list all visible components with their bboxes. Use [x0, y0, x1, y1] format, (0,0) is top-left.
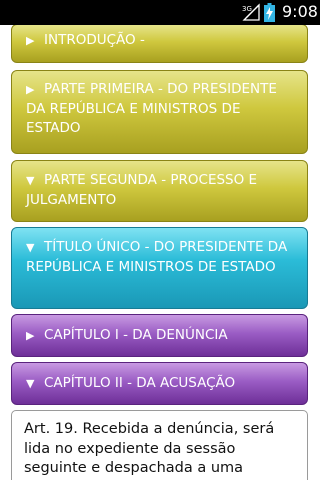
collapse-arrow-icon: ▼ [26, 377, 35, 390]
tree-item-capitulo-ii[interactable]: ▼ CAPÍTULO II - DA ACUSAÇÃO [11, 362, 308, 405]
tree-item-parte-primeira[interactable]: ▶ PARTE PRIMEIRA - DO PRESIDENTE DA REPÚB… [11, 70, 308, 154]
signal-3g-icon: 3G [242, 3, 260, 21]
status-bar: 3G 9:08 [0, 0, 320, 25]
tree-item-label: PARTE PRIMEIRA - DO PRESIDENTE DA REPÚBL… [26, 81, 277, 136]
network-type-label: 3G [242, 5, 252, 13]
tree-item-label: PARTE SEGUNDA - PROCESSO E JULGAMENTO [26, 172, 258, 208]
article-text-box[interactable]: Art. 19. Recebida a denúncia, será lida … [11, 410, 308, 480]
tree-item-label: TÍTULO ÚNICO - DO PRESIDENTE DA REPÚBLIC… [26, 239, 288, 275]
expand-arrow-icon: ▶ [26, 83, 35, 96]
tree-item-label: CAPÍTULO I - DA DENÚNCIA [44, 327, 228, 343]
article-text: Art. 19. Recebida a denúncia, será lida … [24, 421, 275, 476]
expand-arrow-icon: ▶ [26, 34, 35, 47]
status-time: 9:08 [282, 2, 318, 21]
tree-item-parte-segunda[interactable]: ▼ PARTE SEGUNDA - PROCESSO E JULGAMENTO [11, 160, 308, 222]
battery-charging-icon [264, 3, 275, 22]
collapse-arrow-icon: ▼ [26, 241, 35, 254]
tree-item-capitulo-i[interactable]: ▶ CAPÍTULO I - DA DENÚNCIA [11, 314, 308, 357]
outline-list[interactable]: ▶ INTRODUÇÃO - ▶ PARTE PRIMEIRA - DO PRESI… [0, 25, 320, 480]
tree-item-titulo-unico[interactable]: ▼ TÍTULO ÚNICO - DO PRESIDENTE DA REPÚBLI… [11, 227, 308, 309]
collapse-arrow-icon: ▼ [26, 174, 35, 187]
tree-item-label: CAPÍTULO II - DA ACUSAÇÃO [44, 375, 236, 391]
tree-item-introducao[interactable]: ▶ INTRODUÇÃO - [11, 25, 308, 63]
expand-arrow-icon: ▶ [26, 329, 35, 342]
tree-item-label: INTRODUÇÃO - [44, 32, 145, 48]
